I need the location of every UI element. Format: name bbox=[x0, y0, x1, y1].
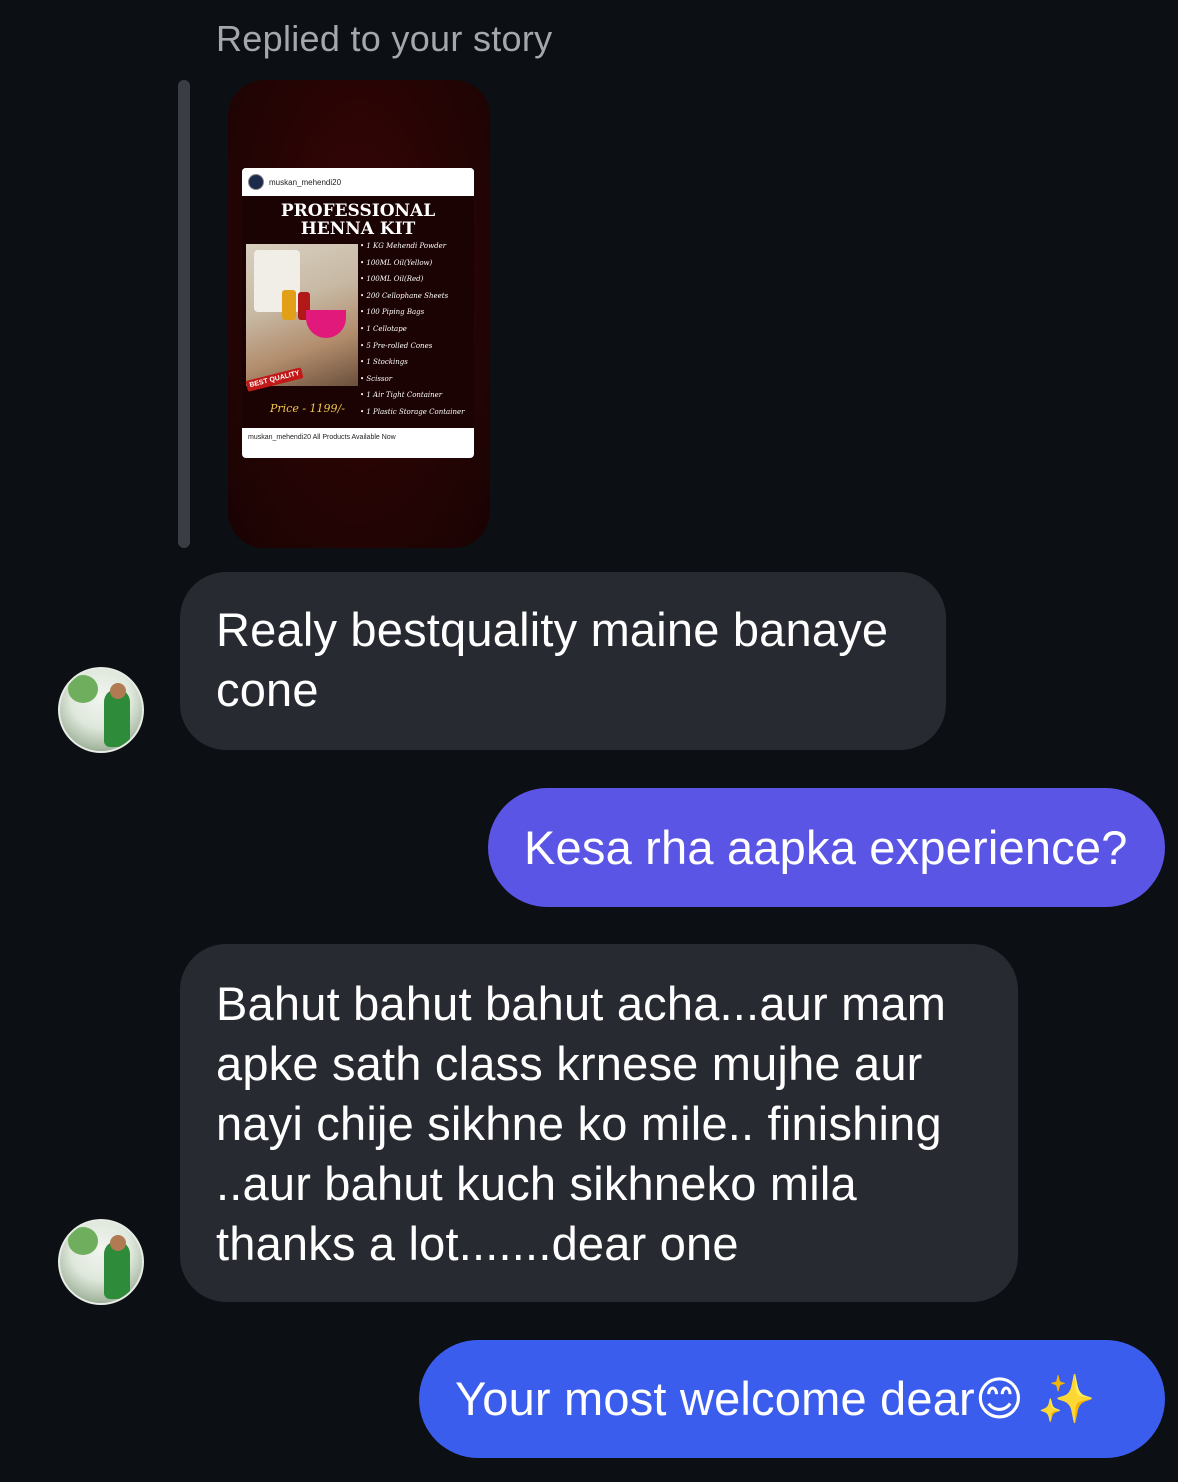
message-text: Your most welcome dear😊 ✨ bbox=[455, 1372, 1097, 1425]
story-thumbnail[interactable]: muskan_mehendi20 PROFESSIONAL HENNA KIT … bbox=[228, 80, 490, 548]
post-image: PROFESSIONAL HENNA KIT BEST QUALITY 1 KG… bbox=[242, 196, 474, 428]
kit-item: 100ML Oil(Yellow) bbox=[360, 255, 474, 272]
kit-items-list: 1 KG Mehendi Powder 100ML Oil(Yellow) 10… bbox=[360, 238, 474, 421]
incoming-message-bubble[interactable]: Realy bestquality maine banaye cone bbox=[180, 572, 946, 750]
kit-item: 100 Piping Bags bbox=[360, 304, 474, 321]
kit-item: 1 Cellotape bbox=[360, 321, 474, 338]
outgoing-message-bubble[interactable]: Kesa rha aapka experience? bbox=[488, 788, 1165, 907]
message-text: Kesa rha aapka experience? bbox=[524, 820, 1128, 874]
dm-thread: Replied to your story muskan_mehendi20 P… bbox=[0, 0, 1178, 1482]
sender-avatar[interactable] bbox=[58, 1219, 144, 1305]
reply-quote-bar bbox=[178, 80, 190, 548]
sender-avatar[interactable] bbox=[58, 667, 144, 753]
kit-item: 1 Stockings bbox=[360, 354, 474, 371]
post-username: muskan_mehendi20 bbox=[269, 177, 342, 187]
post-title: PROFESSIONAL HENNA KIT bbox=[280, 201, 436, 239]
outgoing-message-bubble[interactable]: Your most welcome dear😊 ✨ bbox=[419, 1340, 1165, 1458]
kit-item: 100ML Oil(Red) bbox=[360, 271, 474, 288]
kit-item: 5 Pre-rolled Cones bbox=[360, 338, 474, 355]
kit-item: 1 Plastic Storage Container bbox=[360, 404, 474, 421]
post-caption: muskan_mehendi20 All Products Available … bbox=[248, 434, 396, 441]
story-reply-caption: Replied to your story bbox=[216, 18, 553, 59]
kit-item: 1 KG Mehendi Powder bbox=[360, 238, 474, 255]
kit-item: 200 Cellophane Sheets bbox=[360, 288, 474, 305]
pink-bowl bbox=[306, 310, 346, 338]
message-text: Bahut bahut bahut acha...aur mam apke sa… bbox=[216, 977, 947, 1270]
kit-item: 1 Air Tight Container bbox=[360, 387, 474, 404]
yellow-oil-bottle bbox=[282, 290, 296, 320]
post-price: Price - 1199/- bbox=[270, 402, 345, 415]
shared-post-card: muskan_mehendi20 PROFESSIONAL HENNA KIT … bbox=[242, 168, 474, 458]
best-quality-badge: BEST QUALITY bbox=[245, 367, 304, 392]
henna-kit-photo: BEST QUALITY bbox=[245, 244, 358, 392]
message-text: Realy bestquality maine banaye cone bbox=[216, 603, 889, 716]
incoming-message-bubble[interactable]: Bahut bahut bahut acha...aur mam apke sa… bbox=[180, 944, 1018, 1302]
kit-item: Scissor bbox=[360, 371, 474, 388]
post-header: muskan_mehendi20 bbox=[242, 168, 474, 196]
post-avatar bbox=[248, 174, 264, 190]
